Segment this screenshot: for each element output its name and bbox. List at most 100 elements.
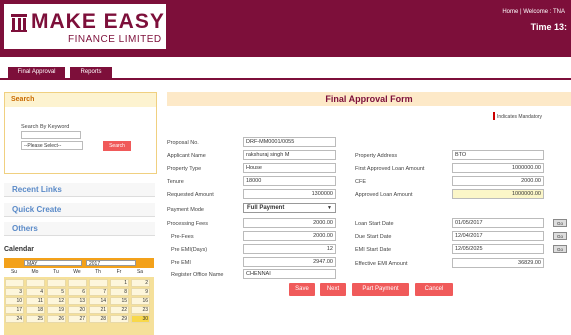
- date-field-label: Loan Start Date: [355, 221, 394, 227]
- search-select[interactable]: --Please Select--: [21, 141, 83, 150]
- payment-mode-label: Payment Mode: [167, 207, 204, 213]
- fee-field-label: Pre-Fees: [171, 234, 194, 240]
- calendar-date-cell[interactable]: 30: [131, 315, 150, 323]
- tab-reports[interactable]: Reports: [70, 67, 112, 78]
- calendar-date-cell: [89, 279, 108, 287]
- calendar-date-cell[interactable]: 14: [89, 297, 108, 305]
- right-field-input[interactable]: BTO: [452, 150, 544, 160]
- search-button[interactable]: Search: [103, 141, 131, 151]
- left-field-input[interactable]: 1300000: [243, 189, 336, 199]
- calendar-date-cell[interactable]: 12: [47, 297, 66, 305]
- left-field-input[interactable]: 18000: [243, 176, 336, 186]
- calendar-date-cell[interactable]: 11: [26, 297, 45, 305]
- brand-subtitle: FINANCE LIMITED: [68, 34, 162, 45]
- brand-name: MAKE EASY: [31, 10, 165, 33]
- fee-field-label: Pre EMI(Days): [171, 247, 208, 253]
- tab-final-approval[interactable]: Final Approval: [8, 67, 65, 78]
- fee-field-label: Processing Fees: [167, 221, 208, 227]
- calendar-date-cell[interactable]: 4: [26, 288, 45, 296]
- calendar-month-select[interactable]: MAY: [24, 260, 82, 267]
- fee-field-input[interactable]: 2000.00: [243, 231, 336, 241]
- left-field-label: Requested Amount: [167, 192, 214, 198]
- calendar-date-cell[interactable]: 20: [68, 306, 87, 314]
- search-panel: Search Search By Keyword --Please Select…: [4, 92, 157, 174]
- right-field-input[interactable]: 1000000.00: [452, 163, 544, 173]
- date-field-input[interactable]: 01/05/2017: [452, 218, 544, 228]
- calendar-date-cell[interactable]: 25: [26, 315, 45, 323]
- left-field-label: Tenure: [167, 179, 184, 185]
- calendar-date-cell[interactable]: 24: [5, 315, 24, 323]
- right-field-input[interactable]: 1000000.00: [452, 189, 544, 199]
- part-payment-button[interactable]: Part Payment: [352, 283, 409, 296]
- calendar-date-cell[interactable]: 18: [26, 306, 45, 314]
- calendar-date-cell[interactable]: 27: [68, 315, 87, 323]
- cancel-button[interactable]: Cancel: [415, 283, 453, 296]
- save-button[interactable]: Save: [289, 283, 315, 296]
- right-field-label: CFE: [355, 179, 366, 185]
- calendar: MAY 2017 Su Mo Tu We Th Fr Sa 1 2 3 4 5 6 7 8 9 10 11 12 1…: [4, 258, 154, 335]
- emi-amount-label: Effective EMI Amount: [355, 261, 408, 267]
- calendar-day-label: Tu: [53, 269, 59, 275]
- date-field-label: Due Start Date: [355, 234, 392, 240]
- calendar-date-cell[interactable]: 7: [89, 288, 108, 296]
- calendar-date-cell[interactable]: 28: [89, 315, 108, 323]
- header-time: Time 13:: [530, 22, 567, 32]
- emi-amount-field[interactable]: 36829.00: [452, 258, 544, 268]
- calendar-date-cell[interactable]: 6: [68, 288, 87, 296]
- calendar-date-cell[interactable]: 19: [47, 306, 66, 314]
- search-select-value: --Please Select--: [24, 143, 62, 149]
- calendar-title: Calendar: [4, 246, 34, 253]
- sidebar-quick-create[interactable]: Quick Create: [4, 203, 155, 217]
- right-field-input[interactable]: 2000.00: [452, 176, 544, 186]
- search-input[interactable]: [21, 131, 81, 139]
- calendar-date-cell: [5, 279, 24, 287]
- calendar-date-cell[interactable]: 23: [131, 306, 150, 314]
- calendar-date-cell[interactable]: 15: [110, 297, 129, 305]
- left-field-input[interactable]: rakshuraj singh M: [243, 150, 336, 160]
- fee-field-input[interactable]: 12: [243, 244, 336, 254]
- calendar-date-cell[interactable]: 9: [131, 288, 150, 296]
- calendar-day-label: Sa: [136, 269, 144, 275]
- calendar-date-cell: [26, 279, 45, 287]
- payment-mode-select[interactable]: Full Payment ▼: [243, 203, 336, 213]
- calendar-date-cell[interactable]: 13: [68, 297, 87, 305]
- register-office-label: Register Office Name: [171, 272, 224, 278]
- right-field-label: Approved Loan Amount: [355, 192, 413, 198]
- calendar-date-cell: [68, 279, 87, 287]
- calendar-date-cell[interactable]: 5: [47, 288, 66, 296]
- calendar-date-cell[interactable]: 22: [110, 306, 129, 314]
- calendar-date-cell[interactable]: 21: [89, 306, 108, 314]
- right-field-label: Property Address: [355, 153, 398, 159]
- sidebar-others[interactable]: Others: [4, 222, 155, 236]
- calendar-day-label: Th: [95, 269, 101, 275]
- mandatory-marker: [493, 112, 495, 120]
- calendar-date-cell[interactable]: 16: [131, 297, 150, 305]
- calendar-date-cell[interactable]: 17: [5, 306, 24, 314]
- tab-underline: [0, 78, 571, 80]
- calendar-date-cell[interactable]: 8: [110, 288, 129, 296]
- calendar-day-label: Fr: [116, 269, 122, 275]
- date-field-label: EMI Start Date: [355, 247, 392, 253]
- left-field-input[interactable]: House: [243, 163, 336, 173]
- calendar-date-cell[interactable]: 10: [5, 297, 24, 305]
- calendar-date-cell[interactable]: 26: [47, 315, 66, 323]
- next-button[interactable]: Next: [320, 283, 346, 296]
- calendar-date-cell[interactable]: 3: [5, 288, 24, 296]
- fee-field-input[interactable]: 2000.00: [243, 218, 336, 228]
- calendar-go-button[interactable]: Go: [553, 232, 567, 240]
- date-field-input[interactable]: 12/04/2017: [452, 231, 544, 241]
- calendar-go-button[interactable]: Go: [553, 245, 567, 253]
- fee-field-input[interactable]: 2947.00: [243, 257, 336, 267]
- register-office-field[interactable]: CHENNAI: [243, 269, 336, 279]
- calendar-year-select[interactable]: 2017: [86, 260, 136, 267]
- calendar-date-cell[interactable]: 2: [131, 279, 150, 287]
- calendar-day-label: We: [73, 269, 81, 275]
- left-field-input[interactable]: DRF-MM0001/0055: [243, 137, 336, 147]
- header-links[interactable]: Home | Welcome : TNA: [502, 9, 565, 15]
- right-field-label: First Approved Loan Amount: [355, 166, 425, 172]
- sidebar-recent-links[interactable]: Recent Links: [4, 183, 155, 197]
- date-field-input[interactable]: 12/05/2025: [452, 244, 544, 254]
- calendar-date-cell[interactable]: 1: [110, 279, 129, 287]
- calendar-go-button[interactable]: Go: [553, 219, 567, 227]
- calendar-date-cell[interactable]: 29: [110, 315, 129, 323]
